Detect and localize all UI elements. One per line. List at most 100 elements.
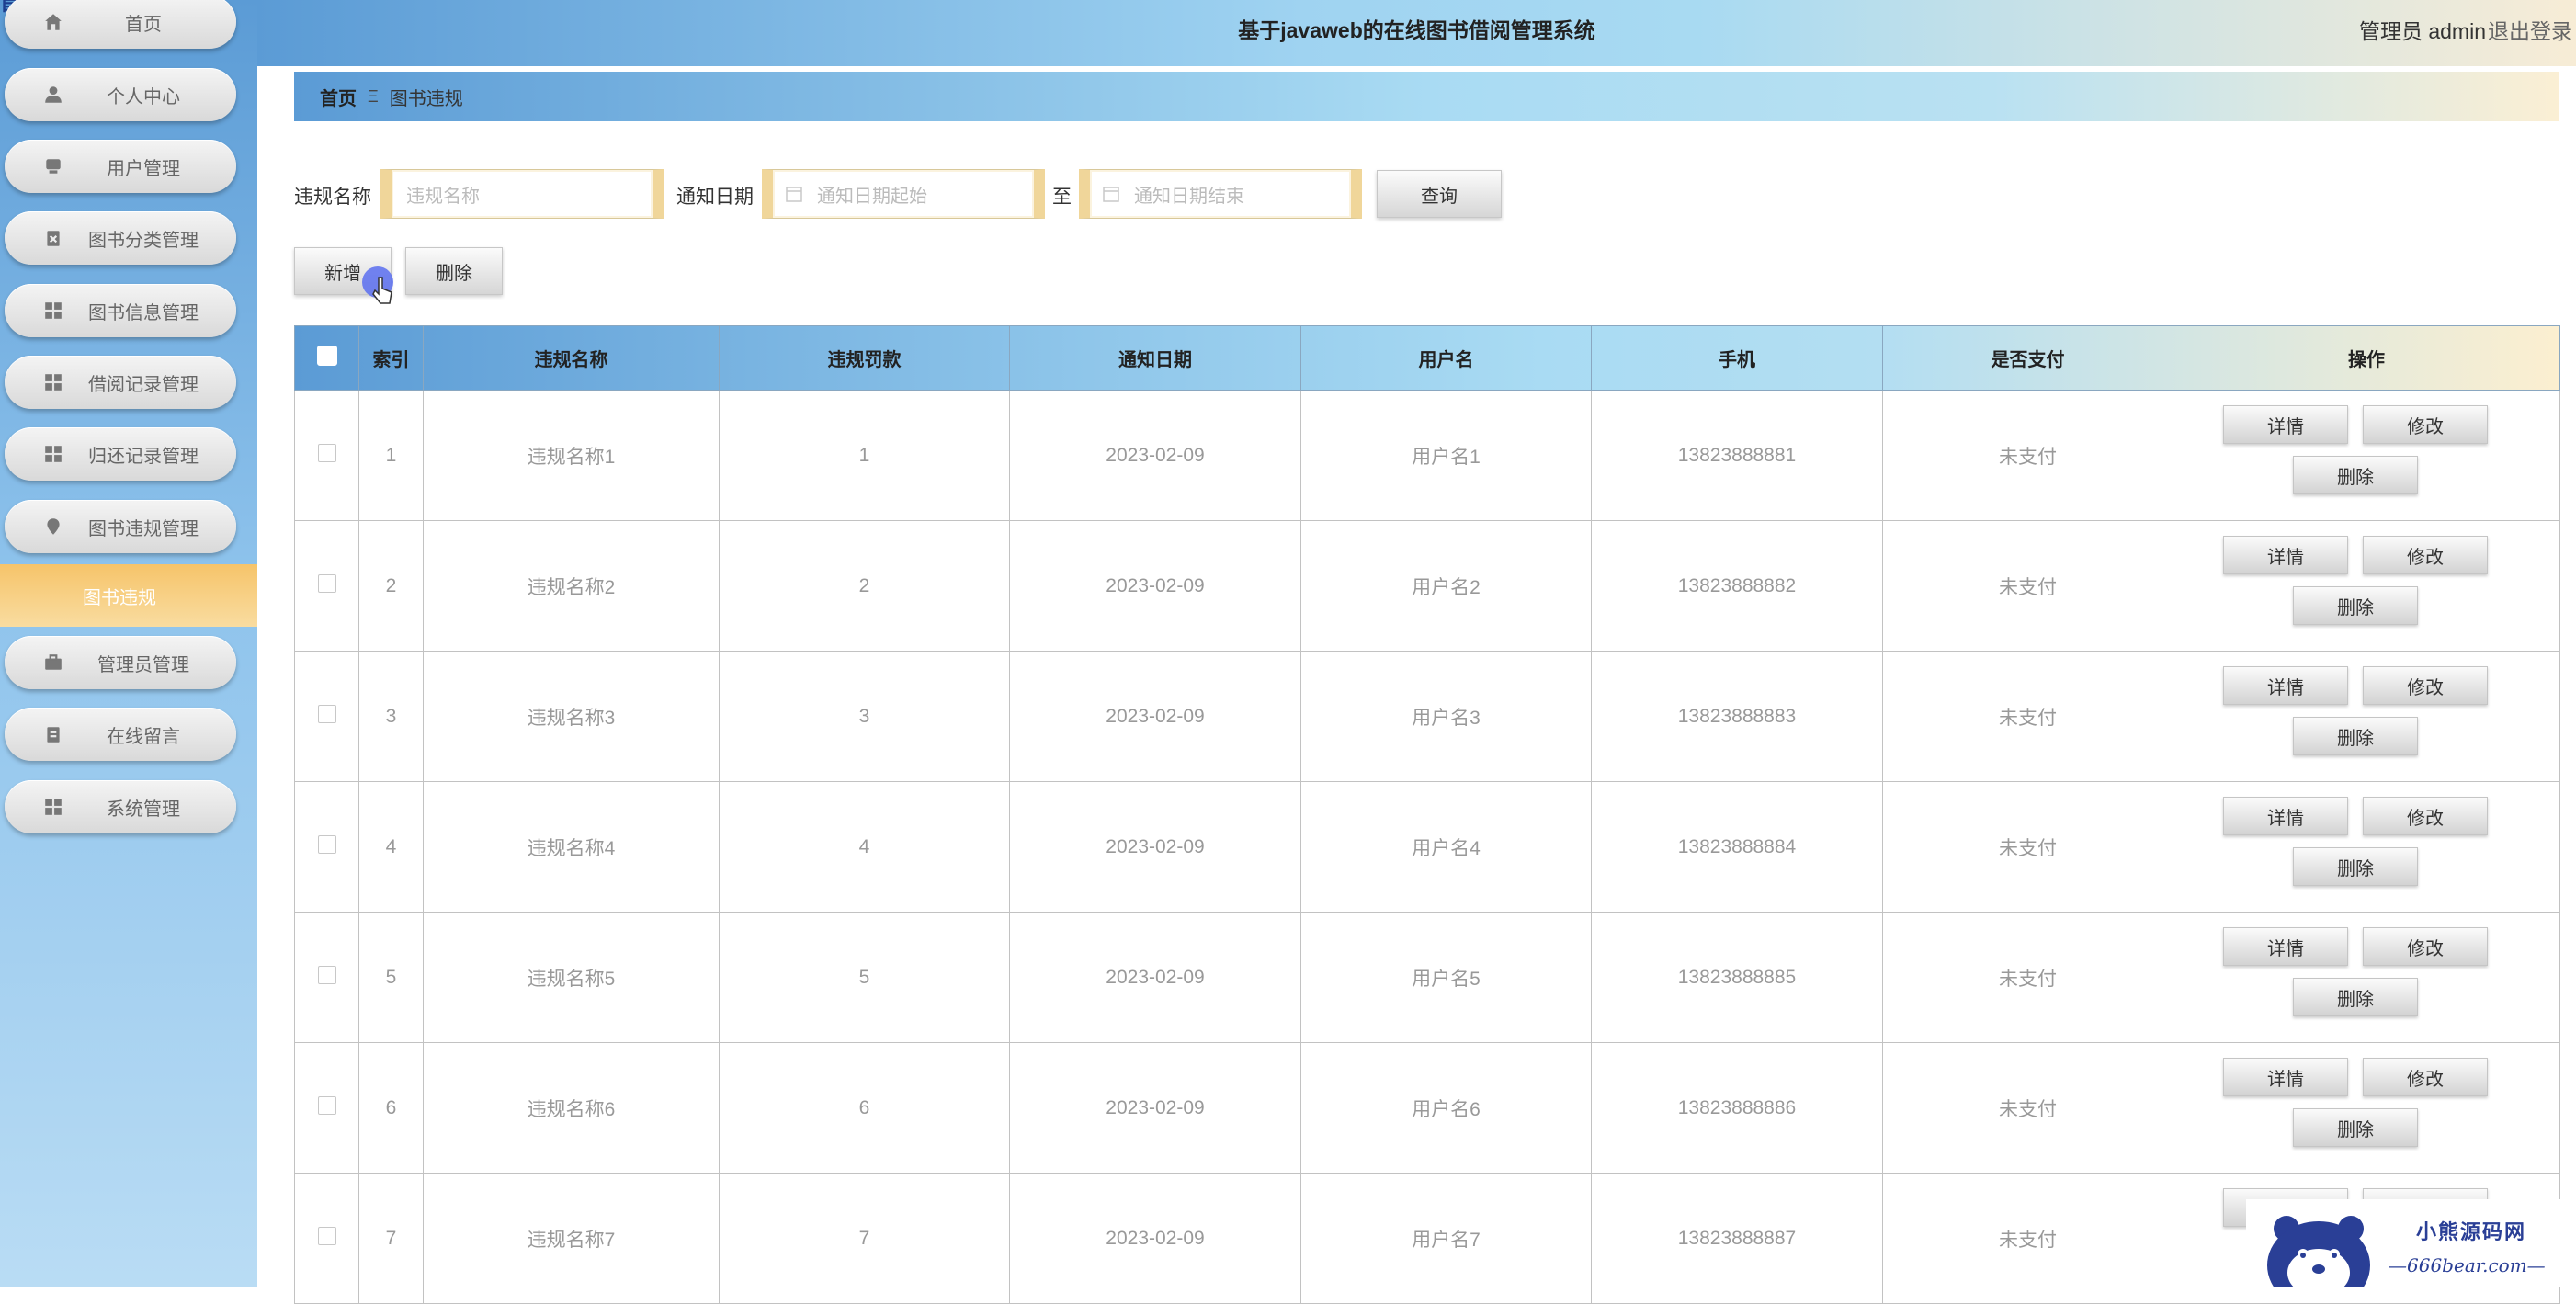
phone-cell: 13823888882 — [1591, 520, 1883, 652]
violation-name-input[interactable]: 违规名称 — [380, 169, 664, 219]
edit-button[interactable]: 修改 — [2363, 797, 2488, 835]
grid-icon — [45, 374, 62, 391]
paid-cell: 未支付 — [1882, 912, 2173, 1043]
date-cell: 2023-02-09 — [1009, 781, 1301, 913]
row-checkbox[interactable] — [317, 1226, 336, 1245]
date-cell: 2023-02-09 — [1009, 1173, 1301, 1304]
home-icon — [45, 14, 62, 30]
phone-cell: 13823888886 — [1591, 1042, 1883, 1174]
query-button[interactable]: 查询 — [1377, 170, 1502, 218]
index-cell: 6 — [358, 1042, 424, 1174]
sidebar-item-profile[interactable]: 个人中心 — [5, 68, 236, 121]
column-header: 手机 — [1591, 325, 1883, 391]
delete-button[interactable]: 删除 — [2293, 978, 2418, 1016]
detail-button[interactable]: 详情 — [2223, 536, 2348, 574]
user-icon — [45, 86, 62, 103]
sidebar-item-label: 个人中心 — [107, 86, 180, 108]
sidebar: 首页 首页 个人中心 用户管理 图书分类管理 图书信息管理 借阅记录管理 归还记… — [0, 0, 257, 1287]
table-row: 5 违规名称5 5 2023-02-09 用户名5 13823888885 未支… — [294, 912, 2560, 1043]
breadcrumb-separator: Ξ — [368, 86, 379, 106]
column-header: 用户名 — [1300, 325, 1592, 391]
sidebar-item-users[interactable]: 用户管理 — [5, 140, 236, 193]
name-cell: 违规名称1 — [423, 390, 720, 521]
top-header: 基于javaweb的在线图书借阅管理系统 管理员 admin 退出登录 — [257, 0, 2576, 66]
name-cell: 违规名称4 — [423, 781, 720, 913]
paid-cell: 未支付 — [1882, 651, 2173, 782]
fine-cell: 6 — [719, 1042, 1010, 1174]
index-cell: 7 — [358, 1173, 424, 1304]
logout-link[interactable]: 退出登录 — [2488, 14, 2572, 45]
select-all-cell[interactable] — [294, 325, 359, 391]
sidebar-item-label: 图书违规管理 — [88, 518, 199, 539]
delete-button[interactable]: 删除 — [2293, 847, 2418, 886]
sidebar-item-admins[interactable]: 管理员管理 — [5, 636, 236, 689]
breadcrumb-home[interactable]: 首页 — [320, 84, 357, 110]
table-header-row: 索引 违规名称 违规罚款 通知日期 用户名 手机 是否支付 操作 — [294, 325, 2560, 391]
delete-button[interactable]: 删除 — [2293, 456, 2418, 494]
fine-cell: 5 — [719, 912, 1010, 1043]
sidebar-item-return-records[interactable]: 归还记录管理 — [5, 427, 236, 481]
row-checkbox[interactable] — [317, 704, 336, 723]
notify-date-start-input[interactable]: 通知日期起始 — [762, 169, 1045, 219]
sidebar-item-book-violations[interactable]: 图书违规管理 — [5, 500, 236, 553]
sidebar-item-borrow-records[interactable]: 借阅记录管理 — [5, 356, 236, 409]
row-checkbox[interactable] — [317, 443, 336, 462]
paid-cell: 未支付 — [1882, 520, 2173, 652]
fine-cell: 2 — [719, 520, 1010, 652]
name-cell: 违规名称2 — [423, 520, 720, 652]
row-checkbox[interactable] — [317, 1095, 336, 1115]
sidebar-subitem-violations[interactable]: 图书违规 — [0, 564, 257, 627]
detail-button[interactable]: 详情 — [2223, 797, 2348, 835]
sidebar-item-book-info[interactable]: 图书信息管理 — [5, 284, 236, 337]
row-checkbox[interactable] — [317, 573, 336, 593]
breadcrumb-current: 图书违规 — [389, 88, 463, 109]
detail-button[interactable]: 详情 — [2223, 1058, 2348, 1096]
violations-table: 索引 违规名称 违规罚款 通知日期 用户名 手机 是否支付 操作 1 违规名称1… — [294, 325, 2560, 1304]
table-row: 4 违规名称4 4 2023-02-09 用户名4 13823888884 未支… — [294, 781, 2560, 913]
edit-button[interactable]: 修改 — [2363, 536, 2488, 574]
edit-button[interactable]: 修改 — [2363, 1058, 2488, 1096]
edit-button[interactable]: 修改 — [2363, 666, 2488, 705]
detail-button[interactable]: 详情 — [2223, 927, 2348, 966]
sidebar-item-book-category[interactable]: 图书分类管理 — [5, 211, 236, 265]
violation-name-placeholder: 违规名称 — [406, 186, 480, 207]
detail-button[interactable]: 详情 — [2223, 405, 2348, 444]
sidebar-item-label: 在线留言 — [107, 726, 180, 747]
sidebar-item-messages[interactable]: 在线留言 — [5, 708, 236, 761]
sidebar-item-home[interactable]: 首页 — [5, 0, 236, 49]
delete-button[interactable]: 删除 — [2293, 717, 2418, 755]
table-row: 6 违规名称6 6 2023-02-09 用户名6 13823888886 未支… — [294, 1042, 2560, 1174]
sidebar-item-label: 图书分类管理 — [88, 230, 199, 251]
current-user: 管理员 admin — [2358, 19, 2486, 43]
edit-button[interactable]: 修改 — [2363, 405, 2488, 444]
ops-cell: 详情 修改 删除 — [2173, 912, 2560, 1043]
row-checkbox[interactable] — [317, 834, 336, 854]
notify-date-end-input[interactable]: 通知日期结束 — [1079, 169, 1362, 219]
name-cell: 违规名称6 — [423, 1042, 720, 1174]
detail-button[interactable]: 详情 — [2223, 666, 2348, 705]
fine-cell: 1 — [719, 390, 1010, 521]
name-cell: 违规名称5 — [423, 912, 720, 1043]
index-cell: 2 — [358, 520, 424, 652]
sidebar-item-system[interactable]: 系统管理 — [5, 780, 236, 833]
sidebar-item-label: 管理员管理 — [97, 654, 189, 675]
select-all-checkbox[interactable] — [316, 345, 337, 366]
table-row: 1 违规名称1 1 2023-02-09 用户名1 13823888881 未支… — [294, 390, 2560, 521]
user-cell: 用户名7 — [1300, 1173, 1592, 1304]
fine-cell: 4 — [719, 781, 1010, 913]
ops-cell: 详情 修改 删除 — [2173, 520, 2560, 652]
column-header: 索引 — [358, 325, 424, 391]
bulk-delete-button[interactable]: 删除 — [405, 247, 503, 295]
index-cell: 5 — [358, 912, 424, 1043]
edit-button[interactable]: 修改 — [2363, 927, 2488, 966]
ops-cell: 详情 修改 删除 — [2173, 390, 2560, 521]
paid-cell: 未支付 — [1882, 1042, 2173, 1174]
table-row: 7 违规名称7 7 2023-02-09 用户名7 13823888887 未支… — [294, 1173, 2560, 1304]
phone-cell: 13823888881 — [1591, 390, 1883, 521]
bear-logo-icon — [2267, 1216, 2370, 1287]
ops-cell: 详情 修改 删除 — [2173, 1042, 2560, 1174]
delete-button[interactable]: 删除 — [2293, 1108, 2418, 1147]
breadcrumb: 首页 Ξ 图书违规 — [294, 72, 2559, 121]
delete-button[interactable]: 删除 — [2293, 586, 2418, 625]
row-checkbox[interactable] — [317, 965, 336, 984]
